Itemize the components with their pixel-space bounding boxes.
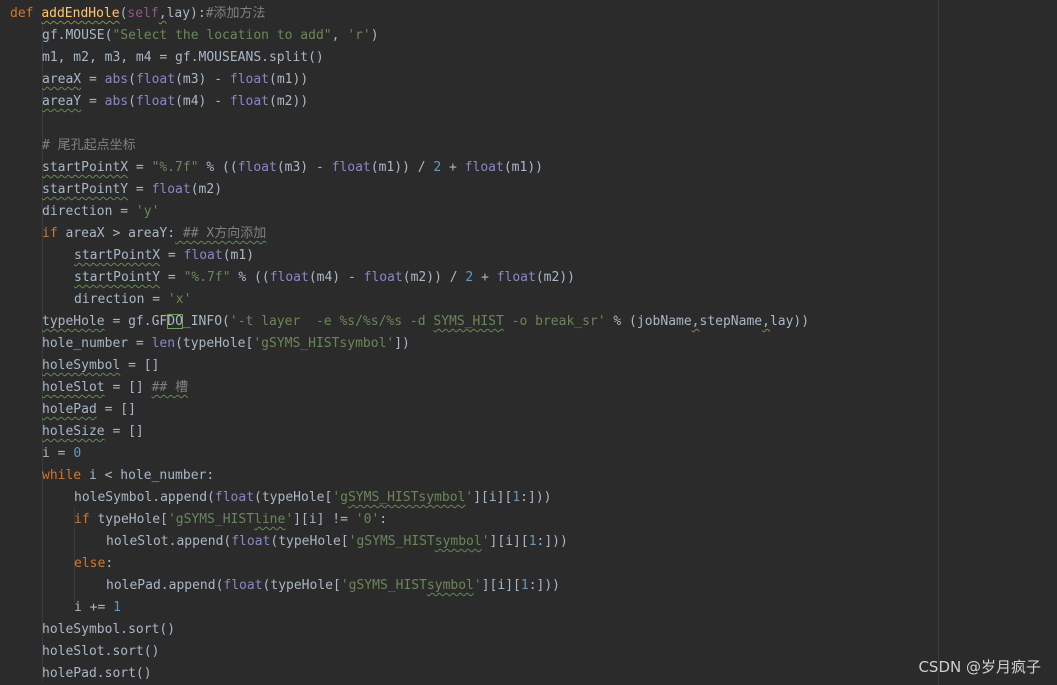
code-line-24: if typeHole['gSYMS_HISTline'][i] != '0': <box>74 512 388 527</box>
code-line-20: holeSize = [] <box>42 424 144 439</box>
code-line-5: areaY = abs(float(m4) - float(m2)) <box>42 94 309 109</box>
code-line-4: areaX = abs(float(m3) - float(m1)) <box>42 72 309 87</box>
code-line-8: startPointX = "%.7f" % ((float(m3) - flo… <box>42 160 543 175</box>
code-line-15: typeHole = gf.GFDO_INFO('-t layer -e %s/… <box>42 314 810 329</box>
code-line-1: def addEndHole(self,lay):#添加方法 <box>10 6 266 21</box>
text-caret: DO <box>167 314 183 329</box>
code-line-11: if areaX > areaY: ## X方向添加 <box>42 226 267 241</box>
code-line-10: direction = 'y' <box>42 204 160 219</box>
code-line-12: startPointX = float(m1) <box>74 248 255 263</box>
code-line-28: i += 1 <box>74 600 121 615</box>
code-line-22: while i < hole_number: <box>42 468 215 483</box>
code-line-31: holePad.sort() <box>42 666 152 681</box>
code-line-25: holeSlot.append(float(typeHole['gSYMS_HI… <box>106 534 568 549</box>
code-line-14: direction = 'x' <box>74 292 192 307</box>
right-margin-guide <box>938 0 939 685</box>
code-line-23: holeSymbol.append(float(typeHole['gSYMS_… <box>74 490 552 505</box>
code-line-27: holePad.append(float(typeHole['gSYMS_HIS… <box>106 578 560 593</box>
code-line-30: holeSlot.sort() <box>42 644 160 659</box>
code-line-3: m1, m2, m3, m4 = gf.MOUSEANS.split() <box>42 50 324 65</box>
code-line-16: hole_number = len(typeHole['gSYMS_HISTsy… <box>42 336 410 351</box>
csdn-watermark: CSDN @岁月疯子 <box>918 658 1041 676</box>
code-line-9: startPointY = float(m2) <box>42 182 223 197</box>
code-line-17: holeSymbol = [] <box>42 358 160 373</box>
code-line-2: gf.MOUSE("Select the location to add", '… <box>42 28 379 43</box>
code-line-7: # 尾孔起点坐标 <box>42 138 136 153</box>
code-line-18: holeSlot = [] ## 槽 <box>42 380 189 395</box>
code-line-21: i = 0 <box>42 446 82 461</box>
code-line-29: holeSymbol.sort() <box>42 622 176 637</box>
code-line-19: holePad = [] <box>42 402 136 417</box>
code-line-26: else: <box>74 556 114 571</box>
code-editor[interactable]: def addEndHole(self,lay):#添加方法 gf.MOUSE(… <box>0 0 1057 685</box>
code-line-13: startPointY = "%.7f" % ((float(m4) - flo… <box>74 270 575 285</box>
